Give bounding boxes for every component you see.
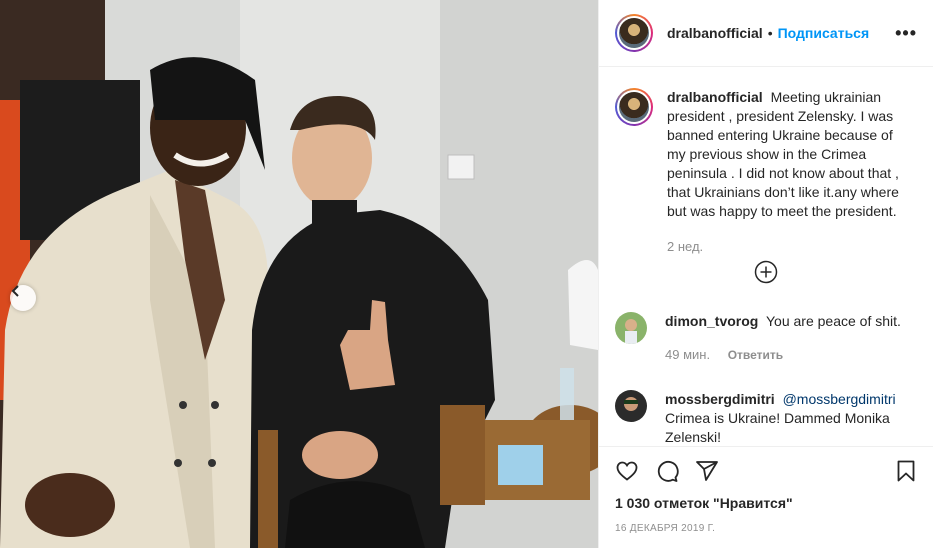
comment-text: Crimea is Ukraine! Dammed Monika Zelensk… [665,410,890,445]
comment-item: dimon_tvorog You are peace of shit. 49 м… [615,312,905,365]
chevron-left-icon [11,285,19,297]
caption-time[interactable]: 2 нед. [667,237,907,256]
comment-icon[interactable] [655,459,679,483]
separator-dot: • [767,25,773,41]
heart-icon[interactable] [615,459,639,483]
commenter-username[interactable]: dimon_tvorog [665,313,758,329]
likes-count[interactable]: 1 030 отметок "Нравится" [615,495,918,511]
post-photo[interactable] [0,0,598,548]
share-icon[interactable] [695,459,719,483]
caption-text: Meeting ukrainian president , president … [667,89,899,219]
load-more-comments-icon[interactable] [754,260,778,284]
reply-button[interactable]: Ответить [728,348,783,362]
commenter-avatar[interactable] [615,312,647,344]
post-caption: dralbanofficial Meeting ukrainian presid… [599,68,933,256]
photo-illustration [0,0,598,548]
commenter-username[interactable]: mossbergdimitri [665,391,775,407]
comment-time[interactable]: 49 мин. [665,347,710,362]
caption-username[interactable]: dralbanofficial [667,89,763,105]
post-header: dralbanofficial • Подписаться ••• [599,0,933,67]
post-side-panel: dralbanofficial • Подписаться ••• dralba… [598,0,933,548]
commenter-avatar[interactable] [615,390,647,422]
post-actions: 1 030 отметок "Нравится" 16 ДЕКАБРЯ 2019… [599,446,933,548]
carousel-prev-button[interactable] [10,285,36,311]
comment-item: mossbergdimitri @mossbergdimitri Crimea … [615,390,905,446]
comments-list[interactable]: dralbanofficial Meeting ukrainian presid… [599,68,933,446]
comment-text: You are peace of shit. [765,313,901,329]
follow-button[interactable]: Подписаться [778,25,870,41]
more-options-button[interactable]: ••• [895,23,917,44]
caption-avatar[interactable] [615,88,653,126]
author-avatar[interactable] [615,14,653,52]
post-date[interactable]: 16 ДЕКАБРЯ 2019 Г. [615,523,918,534]
comment-mention[interactable]: @mossbergdimitri [783,391,896,407]
author-username[interactable]: dralbanofficial [667,25,763,41]
bookmark-icon[interactable] [894,459,918,483]
